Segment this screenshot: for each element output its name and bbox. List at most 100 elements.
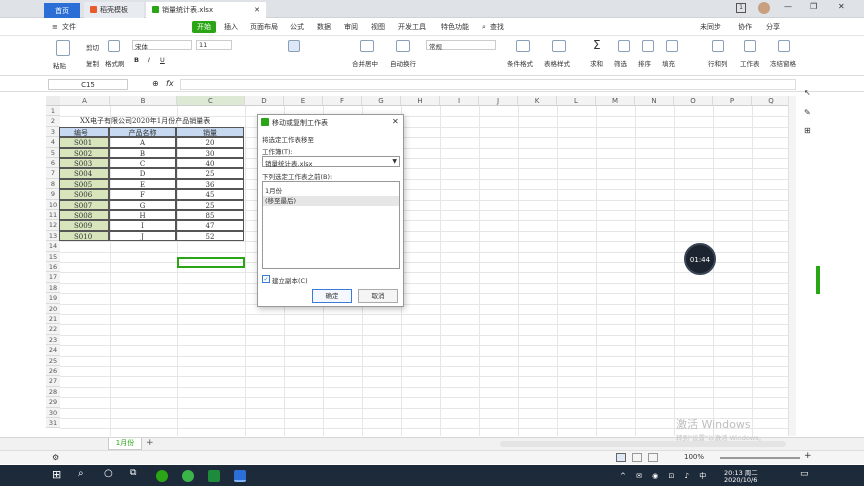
close-tab-icon[interactable]: ✕ [254, 2, 260, 18]
row-header[interactable]: 23 [46, 334, 60, 346]
column-header-g[interactable]: G [362, 96, 401, 106]
row-header[interactable]: 10 [46, 199, 60, 210]
column-header-p[interactable]: P [713, 96, 752, 106]
table-header-cell[interactable]: 销量 [176, 126, 244, 138]
windows-start-icon[interactable]: ⊞ [52, 468, 64, 481]
table-cell[interactable]: 85 [176, 210, 244, 221]
row-header[interactable]: 5 [46, 147, 60, 158]
ok-button[interactable]: 确定 [312, 289, 352, 303]
cortana-icon[interactable]: ○ [104, 468, 116, 480]
row-col-button[interactable]: 行和列 [708, 58, 728, 68]
table-cell[interactable]: 52 [176, 230, 244, 242]
table-cell[interactable]: B [109, 147, 176, 158]
app-icon-camtasia[interactable] [208, 470, 220, 482]
italic-button[interactable]: I [148, 56, 150, 64]
copy-checkbox-label[interactable]: 建立副本(C) [272, 275, 308, 285]
table-cell[interactable]: D [109, 168, 176, 179]
table-cell[interactable]: S009 [59, 220, 109, 231]
column-header-o[interactable]: O [674, 96, 713, 106]
table-cell[interactable]: F [109, 189, 176, 200]
row-header[interactable]: 26 [46, 366, 60, 377]
paste-button[interactable]: 粘贴 [53, 60, 66, 70]
menu-page-layout[interactable]: 页面布局 [250, 21, 278, 33]
font-size-select[interactable]: 11 [196, 40, 232, 50]
freeze-icon[interactable] [778, 40, 790, 52]
sheet-title[interactable]: XX电子有限公司2020年1月份产品销量表 [80, 115, 210, 127]
select-all-corner[interactable] [46, 96, 60, 106]
font-select[interactable]: 宋体 [132, 40, 192, 51]
row-header[interactable]: 7 [46, 168, 60, 179]
menu-data[interactable]: 数据 [317, 21, 331, 33]
worksheet-button[interactable]: 工作表 [740, 58, 760, 68]
column-header-k[interactable]: K [518, 96, 557, 106]
tab-file[interactable]: 销量统计表.xlsx ✕ [146, 2, 266, 18]
menu-special[interactable]: 特色功能 [441, 21, 469, 33]
column-header-m[interactable]: M [596, 96, 635, 106]
column-header-l[interactable]: L [557, 96, 596, 106]
sort-icon[interactable] [642, 40, 654, 52]
zoom-in-icon[interactable]: + [804, 451, 812, 461]
menu-formula[interactable]: 公式 [290, 21, 304, 33]
macro-icon[interactable]: ⚙ [52, 453, 59, 462]
table-cell[interactable]: J [109, 230, 176, 242]
selected-cell-c15[interactable] [177, 256, 245, 268]
menu-insert[interactable]: 插入 [224, 21, 238, 33]
row-header[interactable]: 18 [46, 282, 60, 294]
view-page-icon[interactable] [648, 453, 658, 462]
row-header[interactable]: 9 [46, 189, 60, 200]
share-button[interactable]: 分享 [766, 21, 780, 33]
table-cell[interactable]: 25 [176, 168, 244, 179]
wrap-button[interactable]: 自动换行 [390, 58, 416, 68]
table-cell[interactable]: S002 [59, 147, 109, 158]
column-header-f[interactable]: F [323, 96, 362, 106]
zoom-slider[interactable] [720, 457, 800, 459]
row-header[interactable]: 22 [46, 324, 60, 335]
menu-file[interactable]: 文件 [62, 21, 76, 33]
table-style-button[interactable]: 表格样式 [544, 58, 570, 68]
sync-status[interactable]: 未同步 [700, 21, 721, 33]
pen-icon[interactable]: ✎ [804, 108, 811, 117]
conditional-format-icon[interactable] [516, 40, 530, 52]
scroll-thumb-marker[interactable] [816, 266, 820, 294]
menu-hamburger-icon[interactable]: ≡ [52, 21, 58, 33]
add-sheet-icon[interactable]: + [146, 438, 154, 448]
tab-home[interactable]: 首页 [44, 3, 80, 19]
sheet-tab-active[interactable]: 1月份 [108, 438, 142, 450]
row-header[interactable]: 29 [46, 397, 60, 408]
column-header-a[interactable]: A [60, 96, 110, 106]
column-header-q[interactable]: Q [752, 96, 791, 106]
table-cell[interactable]: C [109, 158, 176, 169]
conditional-format-button[interactable]: 条件格式 [507, 58, 533, 68]
fill-icon[interactable] [666, 40, 678, 52]
table-cell[interactable]: S001 [59, 137, 109, 148]
table-cell[interactable]: A [109, 137, 176, 148]
task-view-icon[interactable]: ⧉ [130, 468, 142, 480]
table-cell[interactable]: 47 [176, 220, 244, 231]
underline-button[interactable]: U [160, 56, 165, 64]
table-cell[interactable]: 25 [176, 199, 244, 210]
restore-icon[interactable]: ❐ [810, 2, 817, 11]
zoom-icon[interactable]: ⊕ [152, 79, 159, 88]
vertical-scrollbar[interactable] [788, 96, 796, 436]
cut-button[interactable]: 剪切 [86, 42, 99, 52]
column-header-c[interactable]: C [177, 96, 245, 106]
menu-search[interactable]: 查找 [490, 21, 504, 33]
row-header[interactable]: 17 [46, 272, 60, 283]
merge-button[interactable]: 合并居中 [352, 58, 378, 68]
table-cell[interactable]: E [109, 178, 176, 190]
row-header[interactable]: 24 [46, 345, 60, 356]
search-taskbar-icon[interactable]: ⌕ [78, 468, 90, 480]
column-header-e[interactable]: E [284, 96, 323, 106]
row-header[interactable]: 31 [46, 418, 60, 429]
sheet-list[interactable]: 1月份 (移至最后) [262, 181, 400, 269]
table-cell[interactable]: 40 [176, 158, 244, 169]
table-cell[interactable]: 45 [176, 189, 244, 200]
table-cell[interactable]: S006 [59, 189, 109, 200]
format-painter-button[interactable]: 格式刷 [105, 58, 125, 68]
row-header[interactable]: 13 [46, 230, 60, 242]
name-box[interactable]: C15 [48, 79, 128, 90]
minimize-icon[interactable]: — [784, 2, 792, 11]
row-header[interactable]: 28 [46, 386, 60, 398]
filter-icon[interactable] [618, 40, 630, 52]
view-layout-icon[interactable] [632, 453, 642, 462]
